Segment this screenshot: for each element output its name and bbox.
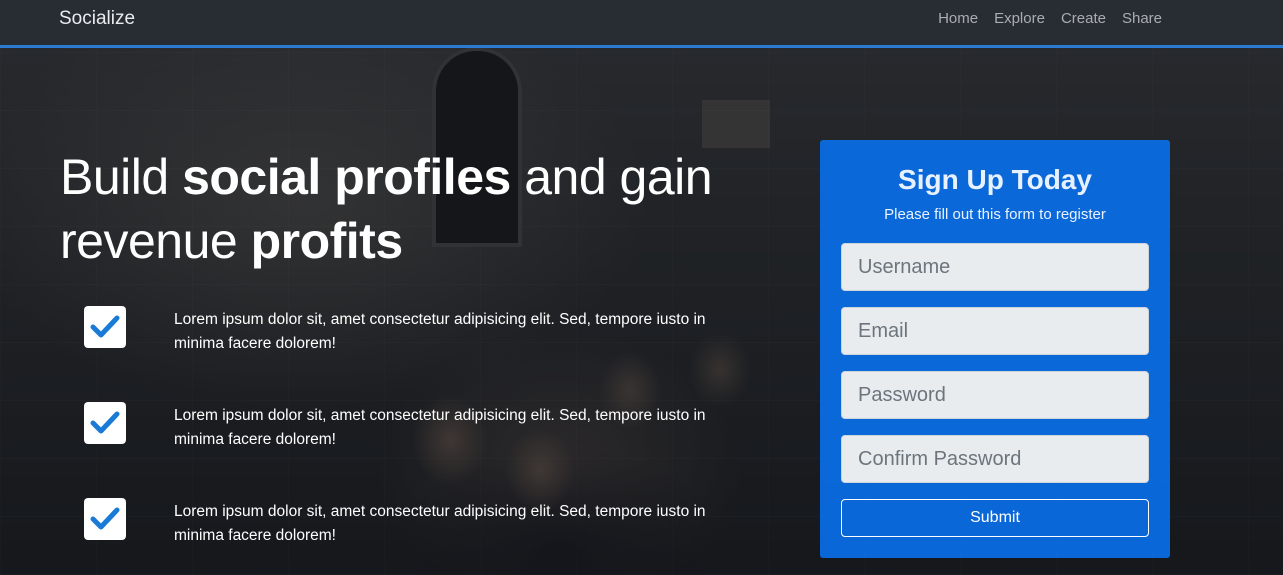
feature-text: Lorem ipsum dolor sit, amet consectetur … <box>174 311 706 352</box>
signup-title: Sign Up Today <box>898 164 1092 195</box>
signup-subtitle: Please fill out this form to register <box>884 206 1106 223</box>
email-input[interactable] <box>841 307 1149 355</box>
username-input[interactable] <box>841 243 1149 291</box>
submit-button[interactable]: Submit <box>841 499 1149 537</box>
nav-link-home[interactable]: Home <box>938 10 978 27</box>
feature-text: Lorem ipsum dolor sit, amet consectetur … <box>174 407 706 448</box>
brand-logo[interactable]: Socialize <box>59 8 135 30</box>
feature-item: Lorem ipsum dolor sit, amet consectetur … <box>84 498 784 575</box>
headline-bold-1: social profiles <box>182 149 511 205</box>
feature-item: Lorem ipsum dolor sit, amet consectetur … <box>84 306 784 402</box>
navbar: Socialize Home Explore Create Share <box>0 0 1283 48</box>
nav-link-create[interactable]: Create <box>1045 10 1106 27</box>
nav-link-explore[interactable]: Explore <box>978 10 1045 27</box>
confirm-password-input[interactable] <box>841 435 1149 483</box>
feature-item: Lorem ipsum dolor sit, amet consectetur … <box>84 402 784 498</box>
headline-bold-2: profits <box>250 213 404 269</box>
check-icon <box>84 402 126 444</box>
feature-text: Lorem ipsum dolor sit, amet consectetur … <box>174 503 706 544</box>
signup-card: Sign Up Today Please fill out this form … <box>820 140 1170 558</box>
page: Socialize Home Explore Create Share Buil… <box>0 0 1283 575</box>
check-icon <box>84 498 126 540</box>
headline-text-1: Build <box>60 149 183 205</box>
feature-list: Lorem ipsum dolor sit, amet consectetur … <box>84 306 784 575</box>
password-input[interactable] <box>841 371 1149 419</box>
nav-link-share[interactable]: Share <box>1106 10 1162 27</box>
nav-links: Home Explore Create Share <box>938 10 1162 27</box>
check-icon <box>84 306 126 348</box>
hero-headline: Build social profiles and gain revenue p… <box>60 145 800 273</box>
